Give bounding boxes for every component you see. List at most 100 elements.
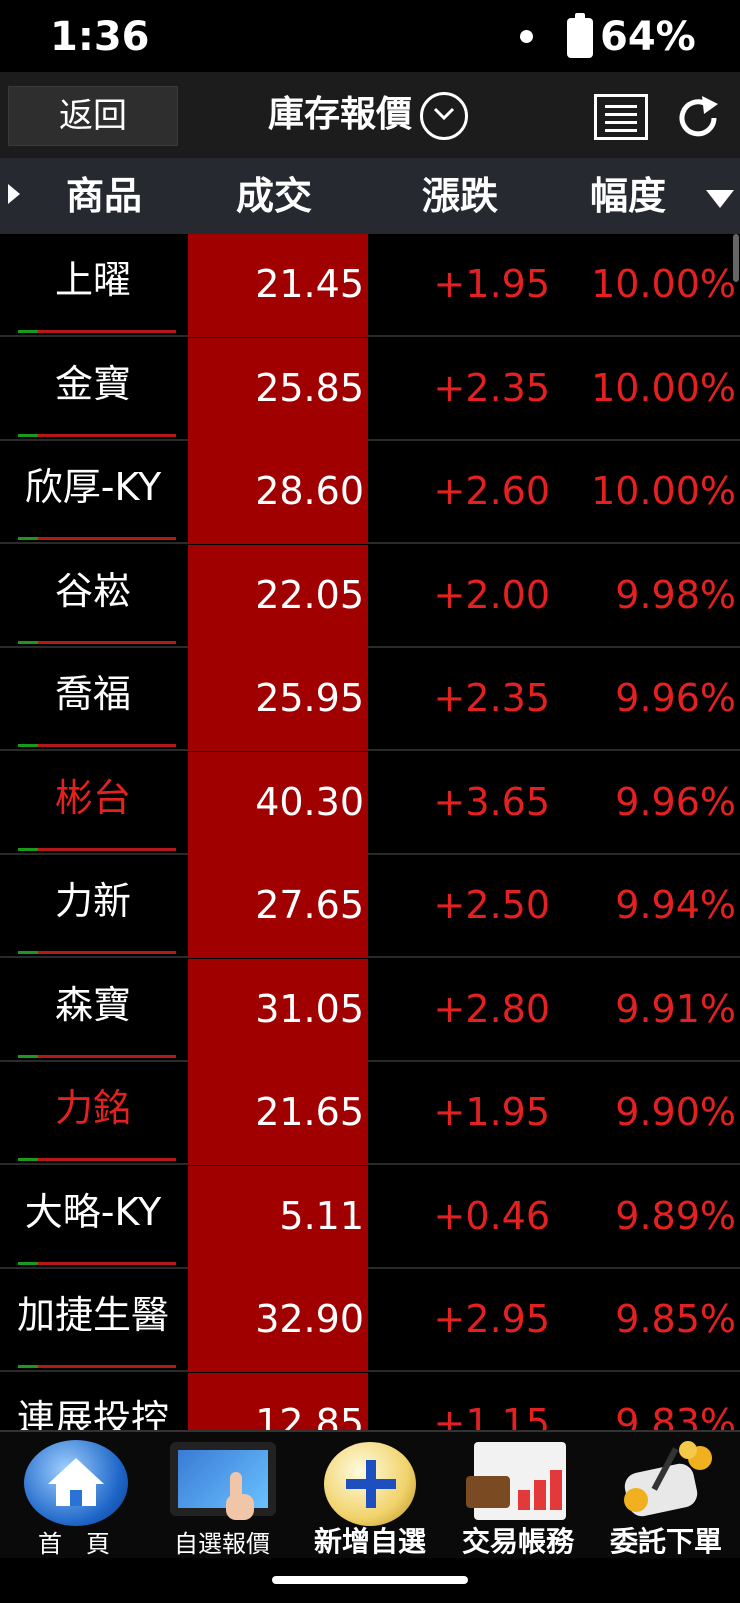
- table-row[interactable]: 大略-KY 5.11 +0.46 9.89%: [0, 1165, 740, 1269]
- volume-bar: [18, 1158, 176, 1161]
- volume-bar: [18, 1365, 176, 1368]
- price-change: +1.95: [433, 262, 550, 306]
- table-row[interactable]: 谷崧 22.05 +2.00 9.98%: [0, 544, 740, 648]
- column-price[interactable]: 成交: [236, 172, 312, 220]
- price-change: +2.00: [433, 572, 550, 617]
- volume-bar: [18, 1054, 176, 1058]
- volume-bar: [18, 330, 176, 333]
- wallet-icon: [466, 1476, 510, 1508]
- volume-bar-green: [18, 1365, 38, 1368]
- table-row[interactable]: 上曜 21.45 +1.95 10.00%: [0, 234, 740, 337]
- last-price: 40.30: [255, 779, 364, 824]
- product-name: 加捷生醫: [16, 1293, 169, 1337]
- nav-add-watchlist[interactable]: 新增自選: [296, 1432, 444, 1560]
- price-cell: 27.65: [188, 855, 368, 958]
- product-name: 連展投控: [16, 1396, 169, 1431]
- product-name: 欣厚-KY: [24, 465, 162, 509]
- percent-change: 9.85%: [615, 1297, 736, 1341]
- nav-home-label: 首 頁: [38, 1530, 110, 1558]
- nav-account[interactable]: 交易帳務: [444, 1432, 592, 1560]
- column-change[interactable]: 漲跌: [422, 172, 498, 220]
- volume-bar-green: [18, 433, 38, 437]
- nav-order[interactable]: 委託下單: [592, 1432, 740, 1560]
- price-cell: 22.05: [188, 544, 368, 648]
- sort-down-icon[interactable]: [706, 190, 734, 208]
- volume-bar-green: [18, 1054, 38, 1058]
- percent-change: 9.96%: [615, 779, 736, 824]
- nav-home[interactable]: 首 頁: [0, 1432, 148, 1560]
- percent-change: 10.00%: [591, 469, 736, 513]
- price-change: +2.60: [433, 469, 550, 513]
- gesture-bar[interactable]: [272, 1576, 468, 1584]
- product-name: 森寶: [54, 982, 131, 1027]
- refresh-icon[interactable]: [672, 92, 724, 144]
- price-cell: 28.60: [188, 441, 368, 544]
- price-change: +2.35: [433, 365, 550, 410]
- column-percent[interactable]: 幅度: [590, 172, 666, 220]
- volume-bar: [18, 433, 176, 437]
- percent-change: 10.00%: [591, 262, 736, 306]
- table-row[interactable]: 喬福 25.95 +2.35 9.96%: [0, 648, 740, 751]
- table-row[interactable]: 欣厚-KY 28.60 +2.60 10.00%: [0, 441, 740, 544]
- volume-bar-green: [18, 744, 38, 747]
- nav-watchlist[interactable]: 自選報價: [148, 1432, 296, 1560]
- percent-change: 9.91%: [615, 986, 736, 1031]
- table-row[interactable]: 森寶 31.05 +2.80 9.91%: [0, 958, 740, 1062]
- last-price: 21.45: [255, 262, 364, 306]
- price-cell: 31.05: [188, 958, 368, 1062]
- price-cell: 5.11: [188, 1165, 368, 1269]
- scrollbar[interactable]: [733, 234, 739, 282]
- volume-bar-green: [18, 537, 38, 540]
- last-price: 25.85: [255, 365, 364, 410]
- price-cell: 32.90: [188, 1269, 368, 1372]
- price-change: +2.80: [433, 986, 550, 1031]
- product-name: 力銘: [54, 1086, 131, 1130]
- last-price: 25.95: [255, 676, 364, 720]
- price-change: +0.46: [433, 1193, 550, 1238]
- table-row[interactable]: 力銘 21.65 +1.95 9.90%: [0, 1062, 740, 1165]
- volume-bar: [18, 951, 176, 954]
- price-cell: 12.85: [188, 1372, 368, 1431]
- list-menu-icon[interactable]: [594, 94, 648, 140]
- product-name: 谷崧: [54, 568, 131, 613]
- table-row[interactable]: 力新 27.65 +2.50 9.94%: [0, 855, 740, 958]
- product-name: 力新: [54, 879, 131, 923]
- percent-change: 9.98%: [615, 572, 736, 617]
- page-title[interactable]: 庫存報價: [268, 90, 412, 140]
- back-button[interactable]: 返回: [8, 86, 178, 146]
- volume-bar: [18, 744, 176, 747]
- last-price: 27.65: [255, 883, 364, 927]
- battery-icon: [567, 13, 593, 58]
- price-cell: 40.30: [188, 751, 368, 855]
- chevron-down-icon[interactable]: [420, 92, 468, 140]
- volume-bar: [18, 537, 176, 540]
- tablet-watchlist-icon: [170, 1442, 276, 1520]
- last-price: 22.05: [255, 572, 364, 617]
- product-name: 大略-KY: [24, 1189, 162, 1234]
- last-price: 5.11: [279, 1193, 364, 1238]
- table-row[interactable]: 連展投控 12.85 +1.15 9.83%: [0, 1372, 740, 1431]
- last-price: 31.05: [255, 986, 364, 1031]
- table-row[interactable]: 彬台 40.30 +3.65 9.96%: [0, 751, 740, 855]
- table-row[interactable]: 金寶 25.85 +2.35 10.00%: [0, 337, 740, 441]
- nav-order-label: 委託下單: [609, 1525, 722, 1558]
- volume-bar-green: [18, 1158, 38, 1161]
- price-change: +2.50: [433, 883, 550, 927]
- status-time: 1:36: [50, 14, 150, 60]
- bottom-nav: 首 頁 自選報價 新增自選 交易帳務 委託下單: [0, 1430, 740, 1558]
- order-icon: [616, 1440, 716, 1520]
- nav-account-label: 交易帳務: [461, 1525, 574, 1558]
- notification-dot-icon: [520, 30, 533, 43]
- quote-list[interactable]: 上曜 21.45 +1.95 10.00% 金寶 25.85 +2.35 10.00% 欣厚-K…: [0, 234, 740, 1430]
- home-icon: [24, 1440, 128, 1526]
- volume-bar: [18, 847, 176, 851]
- price-change: +2.95: [433, 1297, 550, 1341]
- table-row[interactable]: 加捷生醫 32.90 +2.95 9.85%: [0, 1269, 740, 1372]
- column-product[interactable]: 商品: [66, 172, 142, 220]
- last-price: 12.85: [255, 1400, 364, 1431]
- percent-change: 9.90%: [615, 1090, 736, 1134]
- column-header: 商品 成交 漲跌 幅度: [0, 158, 740, 234]
- expand-arrow-icon[interactable]: [8, 184, 20, 204]
- volume-bar-green: [18, 330, 38, 333]
- percent-change: 9.96%: [615, 676, 736, 720]
